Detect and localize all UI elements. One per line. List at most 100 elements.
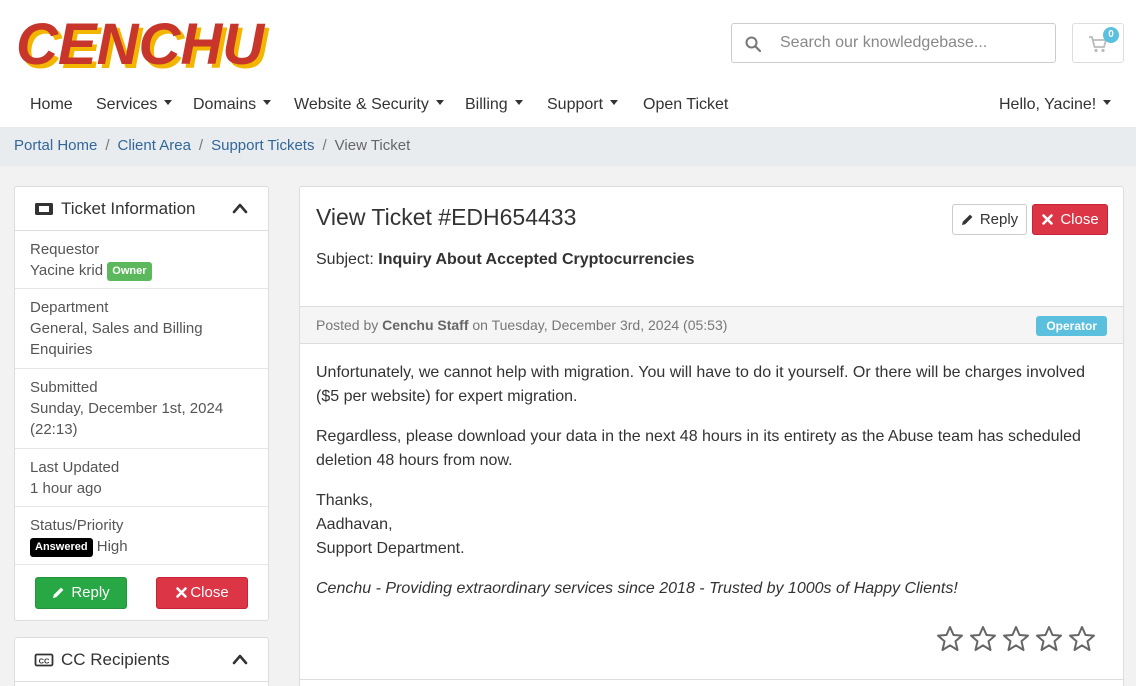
star-icon[interactable] [1035, 625, 1063, 653]
breadcrumb: Portal Home / Client Area / Support Tickets /… [0, 127, 1136, 166]
breadcrumb-separator: / [105, 137, 110, 154]
post-author: Cenchu Staff [382, 317, 469, 333]
ticket-close-button[interactable]: Close [1032, 204, 1108, 235]
cart-button[interactable]: 0 [1072, 23, 1124, 63]
panel-title: CC Recipients [61, 650, 170, 669]
message-paragraph: Regardless, please download your data in… [316, 428, 1081, 469]
caret-down-icon [514, 100, 523, 106]
nav-domains[interactable]: Domains [193, 96, 272, 114]
company-signature: Cenchu - Providing extraordinary service… [316, 580, 958, 597]
last-updated-row: Last Updated 1 hour ago [15, 449, 268, 507]
caret-down-icon [263, 100, 272, 106]
caret-down-icon [1103, 100, 1112, 106]
main-nav: Home Services Domains Website & Security… [0, 90, 1136, 124]
star-icon[interactable] [1002, 625, 1030, 653]
breadcrumb-support-tickets[interactable]: Support Tickets [211, 137, 314, 154]
reply-label: Reply [979, 211, 1019, 228]
nav-services[interactable]: Services [96, 96, 173, 114]
rating-stars [936, 625, 1101, 653]
cc-recipients-panel: CC CC Recipients [14, 637, 269, 686]
submitted-value: Sunday, December 1st, 2024 (22:13) [30, 400, 224, 438]
page-title: View Ticket #EDH654433 [316, 204, 577, 230]
search-input[interactable] [772, 24, 1052, 62]
signoff-line: Thanks, [316, 492, 373, 509]
ticket-info-header[interactable]: Ticket Information [15, 187, 268, 231]
close-icon [1042, 213, 1054, 225]
nav-open-ticket[interactable]: Open Ticket [643, 96, 728, 114]
subject-label: Subject: [316, 251, 374, 268]
breadcrumb-client-area[interactable]: Client Area [118, 137, 191, 154]
close-label: Close [1060, 211, 1099, 228]
requestor-label: Requestor [30, 241, 100, 258]
star-icon[interactable] [1068, 625, 1096, 653]
site-header: CENCHU CENCHU 0 Home Services Domains We… [0, 0, 1136, 127]
subject-value: Inquiry About Accepted Cryptocurrencies [378, 251, 695, 268]
owner-badge: Owner [107, 261, 152, 281]
ticket-subject: Subject: Inquiry About Accepted Cryptocu… [316, 251, 694, 269]
message-paragraph: Unfortunately, we cannot help with migra… [316, 364, 1085, 405]
posted-by-prefix: Posted by [316, 317, 379, 333]
last-updated-value: 1 hour ago [30, 480, 102, 497]
caret-down-icon [610, 100, 619, 106]
cc-recipients-header[interactable]: CC CC Recipients [15, 638, 268, 682]
caret-down-icon [435, 100, 444, 106]
knowledgebase-search[interactable] [731, 23, 1056, 63]
submitted-row: Submitted Sunday, December 1st, 2024 (22… [15, 369, 268, 449]
last-updated-label: Last Updated [30, 459, 120, 476]
svg-text:CC: CC [39, 657, 50, 666]
nav-website-security[interactable]: Website & Security [294, 96, 444, 114]
nav-label: Home [30, 96, 73, 113]
nav-home[interactable]: Home [30, 96, 73, 114]
post-date: on Tuesday, December 3rd, 2024 (05:53) [472, 317, 728, 333]
priority-value: High [96, 538, 128, 555]
status-label: Status/Priority [30, 517, 124, 534]
nav-label: Open Ticket [643, 96, 729, 113]
logo-text: CENCHU [16, 12, 266, 76]
signoff-line: Aadhavan, [316, 516, 393, 533]
star-icon[interactable] [936, 625, 964, 653]
reply-label: Reply [71, 584, 110, 601]
nav-label: Website & Security [294, 96, 429, 113]
nav-label: Services [96, 96, 158, 113]
department-row: Department General, Sales and Billing En… [15, 289, 268, 369]
breadcrumb-separator: / [322, 137, 327, 154]
status-row: Status/Priority Answered High [15, 507, 268, 565]
nav-label: Billing [465, 96, 508, 113]
sidebar-close-button[interactable]: Close [156, 577, 248, 609]
operator-badge: Operator [1036, 316, 1107, 336]
panel-title: Ticket Information [61, 199, 196, 218]
brand-logo[interactable]: CENCHU CENCHU [14, 12, 299, 76]
pencil-icon [53, 587, 64, 598]
reply-divider [300, 679, 1123, 680]
signoff-line: Support Department. [316, 540, 465, 557]
nav-billing[interactable]: Billing [465, 96, 523, 114]
ticket-icon [35, 203, 53, 215]
cart-count-badge: 0 [1103, 27, 1119, 43]
chevron-up-icon[interactable] [232, 653, 248, 665]
breadcrumb-separator: / [198, 137, 204, 154]
ticket-info-panel: Ticket Information Requestor Yacine krid… [14, 186, 269, 621]
reply-header: Posted by Cenchu Staff on Tuesday, Decem… [300, 306, 1123, 344]
nav-user-label: Hello, Yacine! [999, 96, 1097, 113]
star-icon[interactable] [969, 625, 997, 653]
nav-label: Domains [193, 96, 257, 113]
nav-label: Support [547, 96, 604, 113]
caret-down-icon [164, 100, 173, 106]
submitted-label: Submitted [30, 379, 98, 396]
search-icon [745, 36, 762, 53]
nav-support[interactable]: Support [547, 96, 619, 114]
ticket-reply-button[interactable]: Reply [952, 204, 1027, 235]
breadcrumb-portal-home[interactable]: Portal Home [14, 137, 97, 154]
status-badge: Answered [30, 537, 93, 557]
chevron-up-icon[interactable] [232, 202, 248, 214]
ticket-view-panel: View Ticket #EDH654433 Reply Close Subje… [299, 186, 1124, 686]
requestor-row: Requestor Yacine krid Owner [15, 231, 268, 289]
close-icon [176, 586, 188, 598]
department-label: Department [30, 299, 109, 316]
breadcrumb-current: View Ticket [334, 137, 411, 154]
nav-user-menu[interactable]: Hello, Yacine! [999, 96, 1112, 114]
sidebar-reply-button[interactable]: Reply [35, 577, 127, 609]
closed-captioning-icon: CC [34, 653, 54, 667]
requestor-name: Yacine krid [30, 262, 104, 279]
pencil-icon [961, 214, 973, 225]
